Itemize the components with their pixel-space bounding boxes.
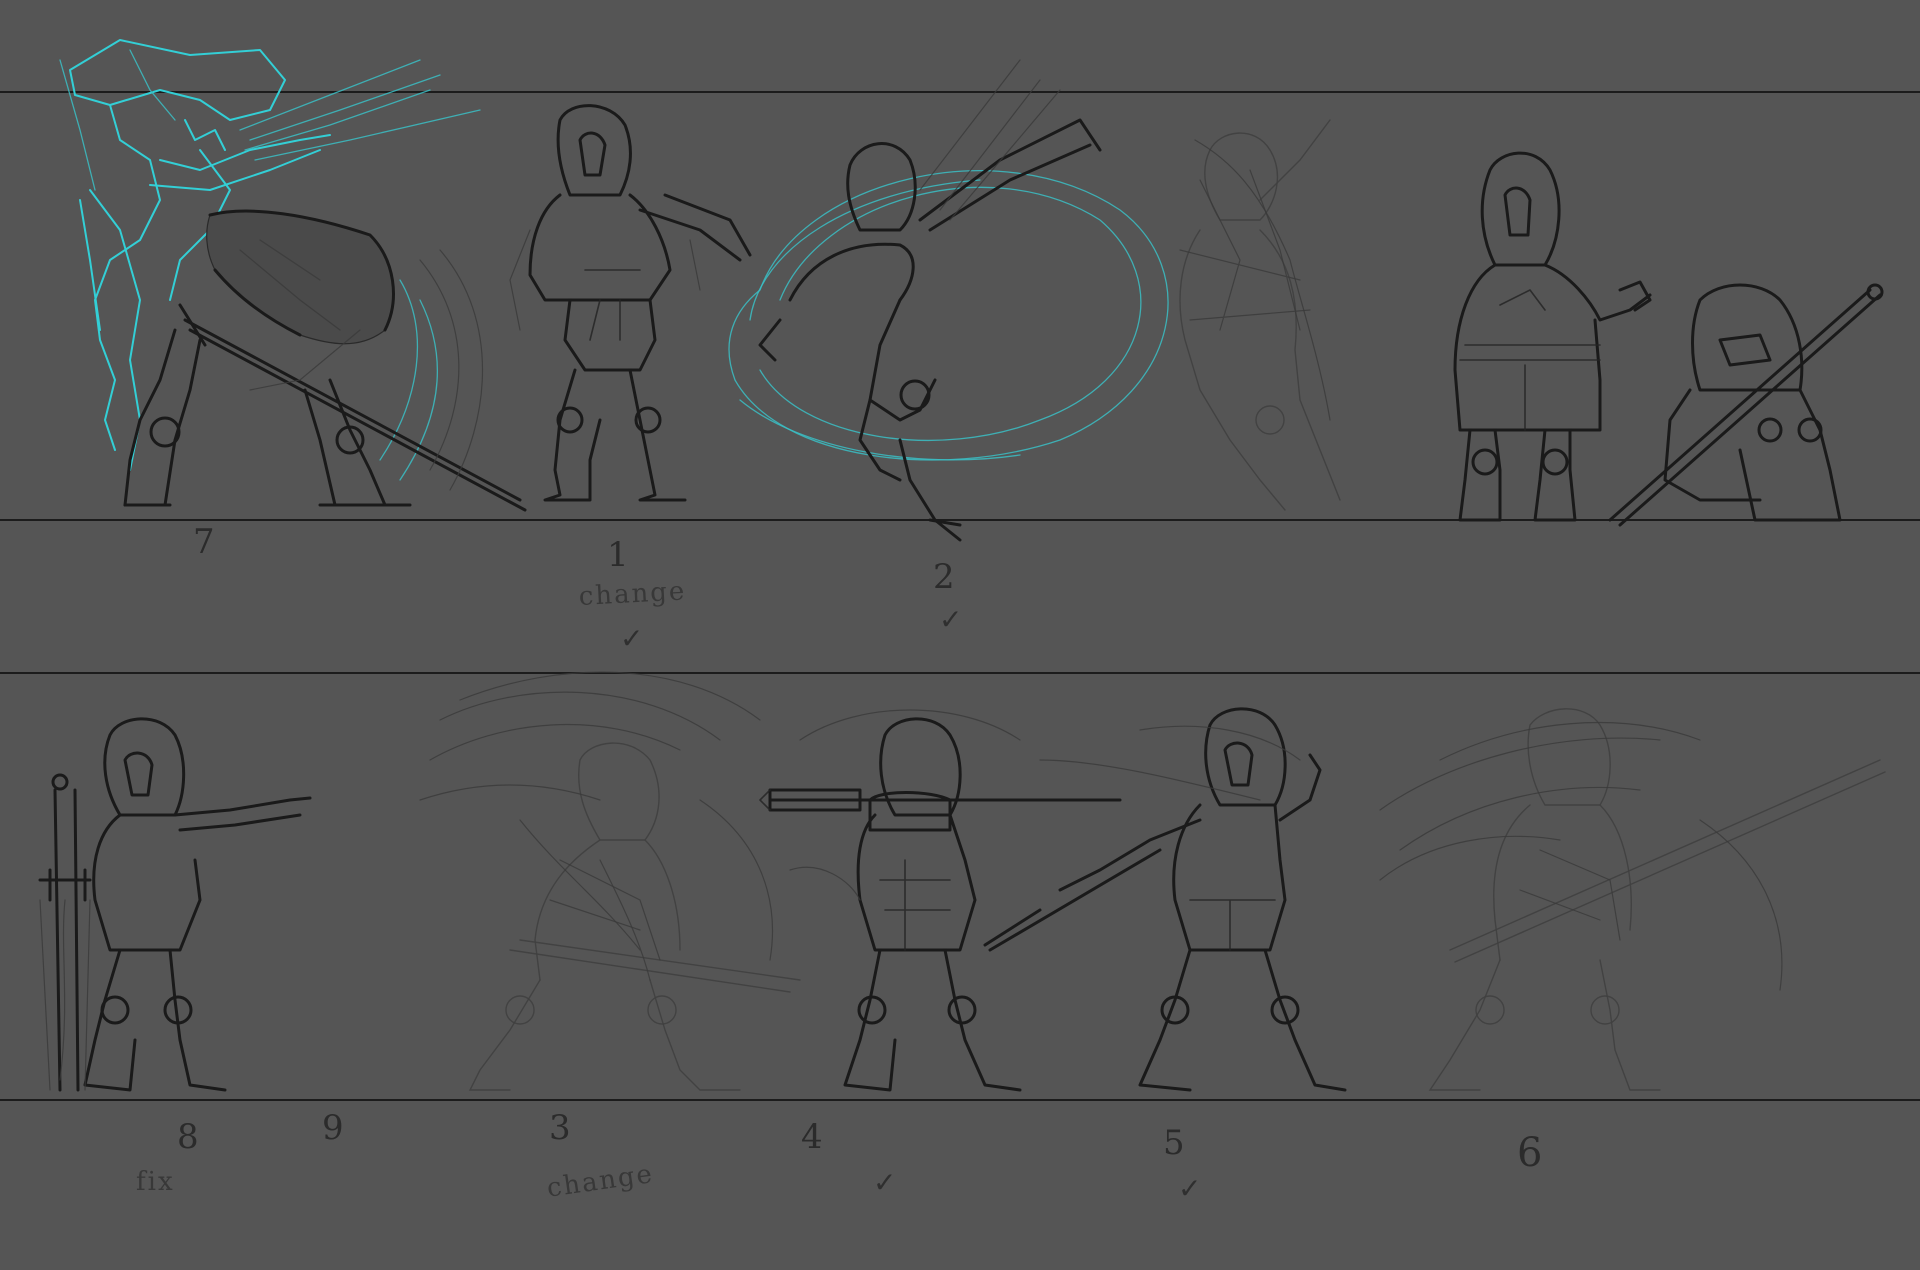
figure-pose-6 — [1379, 708, 1886, 1091]
cloak-mass — [206, 210, 395, 345]
figure-pose-4 — [759, 709, 1122, 1092]
annotation-number-1: 1 — [607, 535, 629, 575]
sketch-canvas: 7 1 change ✓ 2 ✓ 8 fix 9 3 change 4 ✓ 5 … — [0, 0, 1920, 1270]
annotation-number-5: 5 — [1163, 1123, 1185, 1163]
figure-pose-8 — [38, 717, 312, 1092]
annotation-number-2: 2 — [933, 557, 955, 597]
annotation-check-2: ✓ — [939, 603, 963, 636]
figure-faint-sketch — [1179, 119, 1341, 511]
figure-pose-2 — [728, 59, 1169, 542]
annotation-number-4: 4 — [801, 1117, 823, 1157]
figure-pose-3 — [419, 671, 801, 1091]
annotation-number-7: 7 — [193, 522, 215, 562]
annotation-fix-8: fix — [136, 1167, 175, 1197]
annotation-check-1: ✓ — [620, 622, 644, 655]
annotation-change-1: change — [578, 576, 688, 612]
annotation-number-3: 3 — [549, 1108, 571, 1148]
annotation-number-9: 9 — [322, 1108, 344, 1148]
figure-pose-1 — [509, 104, 752, 502]
figure-clean-standing — [1453, 151, 1652, 522]
figure-pose-5 — [983, 707, 1347, 1092]
figure-clean-kneeling — [1608, 283, 1884, 527]
annotation-number-8: 8 — [177, 1117, 199, 1157]
figure-pose-7 — [59, 39, 527, 512]
annotation-number-6: 6 — [1517, 1130, 1543, 1176]
annotation-check-5: ✓ — [1178, 1172, 1202, 1205]
annotation-check-4: ✓ — [873, 1166, 897, 1199]
